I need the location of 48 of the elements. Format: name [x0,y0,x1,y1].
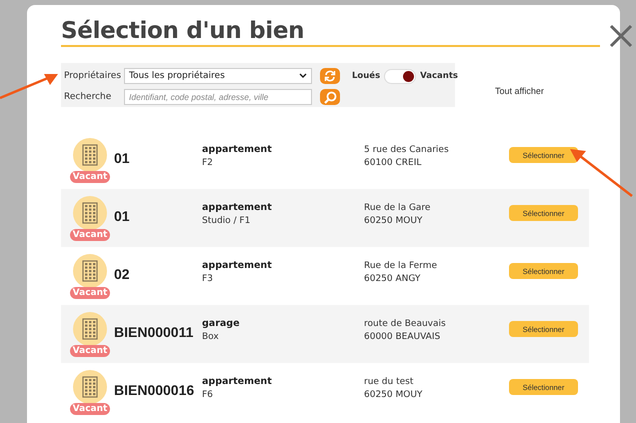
building-icon [82,260,98,282]
building-icon [82,144,98,166]
property-type: appartement [202,260,273,271]
property-type: garage [202,318,241,329]
property-id: BIEN000011 [114,324,194,340]
property-city: 60250 MOUY [364,216,424,226]
show-all-link[interactable]: Tout afficher [495,86,544,96]
toggle-label: Loués [352,71,380,81]
property-id: BIEN000016 [114,382,194,398]
property-street: route de Beauvais [364,318,447,328]
status-badge: Vacant [70,286,110,298]
property-street: 5 rue des Canaries [364,144,450,154]
property-city: 60000 BEAUVAIS [364,332,442,342]
property-id: 01 [114,208,130,224]
owner-dropdown[interactable]: Tous les propriétaires [124,68,312,84]
property-type: appartement [202,376,273,387]
field-label: Propriétaires [64,71,122,81]
building-icon [82,318,98,340]
chevron-icon [299,73,307,79]
property-type: appartement [202,202,273,213]
property-street: Rue de la Gare [364,202,432,212]
field-label: Recherche [64,92,112,102]
status-badge: Vacant [70,170,110,182]
building-icon [82,202,98,224]
toggle-label: Vacants [420,71,458,81]
close-button[interactable] [608,23,634,49]
property-city: 60250 ANGY [364,274,422,284]
status-toggle[interactable] [384,68,416,84]
property-city: 60100 CREIL [364,158,422,168]
annotation-arrow [0,72,60,102]
status-badge: Vacant [70,228,110,240]
status-badge: Vacant [70,402,110,414]
building-icon [82,376,98,398]
property-size: F2 [202,158,214,168]
property-size: F6 [202,390,214,400]
status-badge: Vacant [70,344,110,356]
property-type: appartement [202,144,273,155]
property-street: Rue de la Ferme [364,260,438,270]
property-id: 01 [114,150,130,166]
dialog-title: Sélection d'un bien [61,17,600,47]
property-size: F3 [202,274,214,284]
property-id: 02 [114,266,130,282]
property-city: 60250 MOUY [364,390,424,400]
search-field[interactable]: Identifiant, code postal, adresse, ville [124,89,312,105]
property-size: Box [202,332,220,342]
property-street: rue du test [364,376,414,386]
property-size: Studio / F1 [202,216,252,226]
annotation-arrow [568,148,634,198]
